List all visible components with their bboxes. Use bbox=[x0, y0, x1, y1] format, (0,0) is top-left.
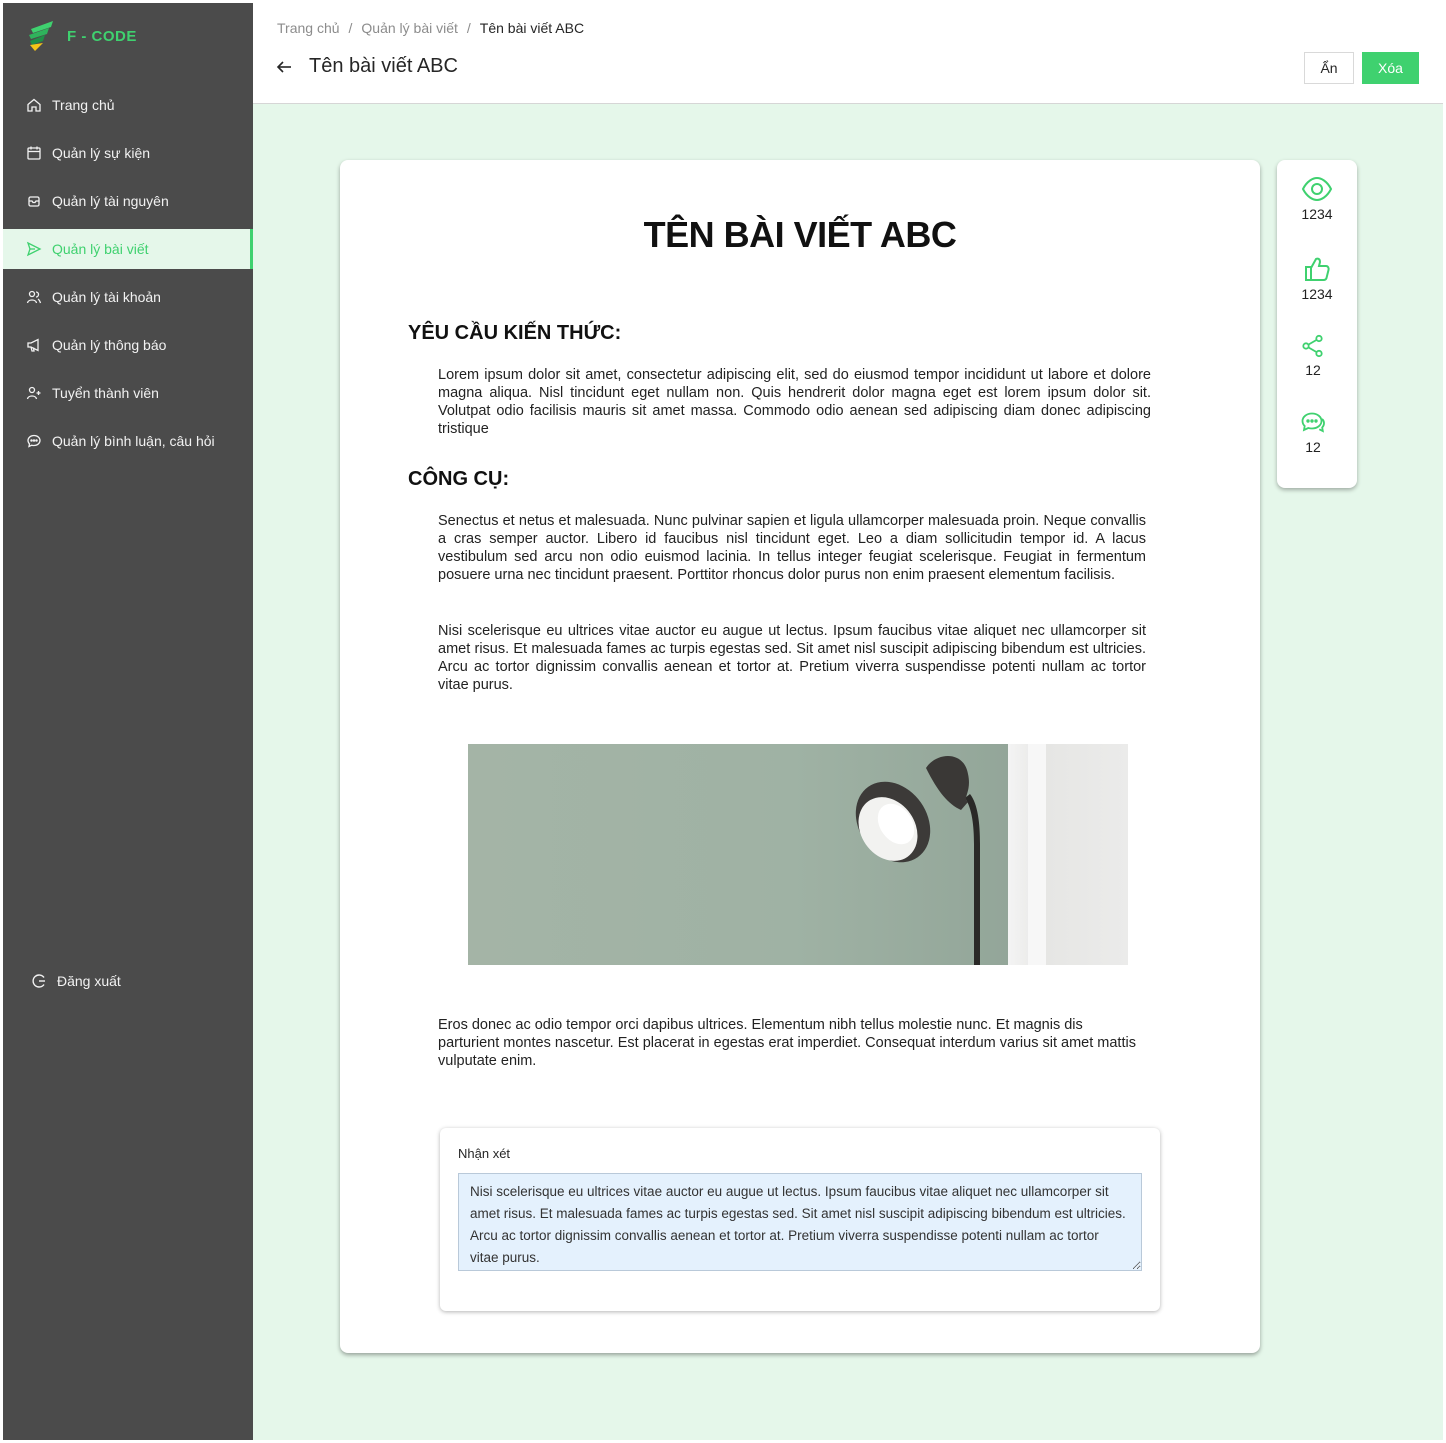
sidebar-item-label: Quản lý tài nguyên bbox=[52, 193, 169, 209]
breadcrumb-posts[interactable]: Quản lý bài viết bbox=[361, 20, 458, 36]
breadcrumb: Trang chủ / Quản lý bài viết / Tên bài v… bbox=[277, 20, 584, 36]
sidebar-item-label: Quản lý thông báo bbox=[52, 337, 167, 353]
comment-label: Nhận xét bbox=[458, 1146, 511, 1161]
stats-panel: 1234 1234 12 12 bbox=[1277, 160, 1357, 488]
section-paragraph: Senectus et netus et malesuada. Nunc pul… bbox=[438, 513, 1146, 583]
sidebar-item-posts[interactable]: Quản lý bài viết bbox=[3, 229, 253, 269]
sidebar-item-recruit[interactable]: Tuyển thành viên bbox=[3, 373, 253, 413]
comment-section: Nhận xét Nisi scelerisque eu ultrices vi… bbox=[440, 1128, 1160, 1311]
calendar-icon bbox=[27, 146, 41, 160]
comments-stat[interactable]: 12 bbox=[1273, 411, 1353, 455]
share-icon bbox=[1302, 334, 1323, 358]
sidebar-item-accounts[interactable]: Quản lý tài khoản bbox=[3, 277, 253, 317]
thumbs-up-icon bbox=[1305, 257, 1330, 281]
back-arrow-icon[interactable] bbox=[275, 57, 295, 77]
logout-button[interactable]: Đăng xuất bbox=[31, 973, 121, 989]
home-icon bbox=[27, 98, 41, 112]
logout-icon bbox=[32, 974, 45, 988]
user-add-icon bbox=[26, 386, 41, 400]
closing-paragraph: Eros donec ac odio tempor orci dapibus u… bbox=[438, 1017, 1136, 1069]
breadcrumb-current: Tên bài viết ABC bbox=[479, 20, 585, 36]
sidebar-item-resources[interactable]: Quản lý tài nguyên bbox=[3, 181, 253, 221]
section-paragraph: Nisi scelerisque eu ultrices vitae aucto… bbox=[438, 623, 1146, 693]
shares-stat[interactable]: 12 bbox=[1273, 334, 1353, 378]
send-icon bbox=[26, 241, 42, 257]
brand-logo[interactable]: F - CODE bbox=[27, 19, 137, 53]
chat-icon bbox=[1301, 412, 1325, 433]
box-icon bbox=[28, 196, 40, 207]
users-icon bbox=[26, 290, 42, 304]
sidebar-item-label: Tuyển thành viên bbox=[52, 385, 159, 401]
comments-count: 12 bbox=[1305, 439, 1321, 455]
shares-count: 12 bbox=[1305, 362, 1321, 378]
sidebar-item-events[interactable]: Quản lý sự kiện bbox=[3, 133, 253, 173]
eye-icon bbox=[1301, 176, 1333, 202]
page-title: Tên bài viết ABC bbox=[309, 55, 458, 77]
sidebar-item-label: Trang chủ bbox=[52, 97, 115, 113]
sidebar-item-label: Quản lý bài viết bbox=[52, 241, 149, 257]
delete-button[interactable]: Xóa bbox=[1362, 52, 1419, 84]
breadcrumb-separator: / bbox=[348, 20, 353, 36]
brand-name: F - CODE bbox=[67, 27, 137, 45]
app-frame: F - CODE Trang chủ Quản lý sự kiện Quản … bbox=[3, 3, 1443, 1440]
section-paragraph: Lorem ipsum dolor sit amet, consectetur … bbox=[438, 367, 1151, 437]
article-title: TÊN BÀI VIẾT ABC bbox=[643, 214, 957, 255]
page-header: Trang chủ / Quản lý bài viết / Tên bài v… bbox=[253, 3, 1443, 104]
fcode-logo-icon bbox=[29, 21, 53, 51]
sidebar: F - CODE Trang chủ Quản lý sự kiện Quản … bbox=[3, 3, 253, 1440]
sidebar-item-notifications[interactable]: Quản lý thông báo bbox=[3, 325, 253, 365]
sidebar-item-label: Quản lý bình luận, câu hỏi bbox=[52, 433, 215, 449]
views-count: 1234 bbox=[1301, 206, 1333, 222]
views-stat[interactable]: 1234 bbox=[1277, 176, 1357, 222]
article-image bbox=[468, 744, 1128, 965]
lamp-photo bbox=[468, 744, 1128, 965]
section-heading-knowledge: YÊU CẦU KIẾN THỨC: bbox=[408, 322, 622, 344]
hide-button[interactable]: Ẩn bbox=[1304, 52, 1354, 84]
breadcrumb-separator: / bbox=[466, 20, 471, 36]
sidebar-item-home[interactable]: Trang chủ bbox=[3, 85, 253, 125]
chat-icon bbox=[27, 434, 41, 448]
sidebar-item-comments[interactable]: Quản lý bình luận, câu hỏi bbox=[3, 421, 253, 461]
article-card: TÊN BÀI VIẾT ABC YÊU CẦU KIẾN THỨC: Lore… bbox=[340, 160, 1260, 1353]
sidebar-item-label: Quản lý tài khoản bbox=[52, 289, 161, 305]
section-heading-tools: CÔNG CỤ: bbox=[408, 468, 510, 490]
sidebar-item-label: Quản lý sự kiện bbox=[52, 145, 151, 161]
breadcrumb-home[interactable]: Trang chủ bbox=[277, 20, 340, 36]
megaphone-icon bbox=[27, 338, 39, 352]
logout-label: Đăng xuất bbox=[57, 973, 121, 989]
likes-stat[interactable]: 1234 bbox=[1277, 256, 1357, 302]
likes-count: 1234 bbox=[1301, 286, 1333, 302]
comment-textarea[interactable]: Nisi scelerisque eu ultrices vitae aucto… bbox=[458, 1173, 1142, 1271]
